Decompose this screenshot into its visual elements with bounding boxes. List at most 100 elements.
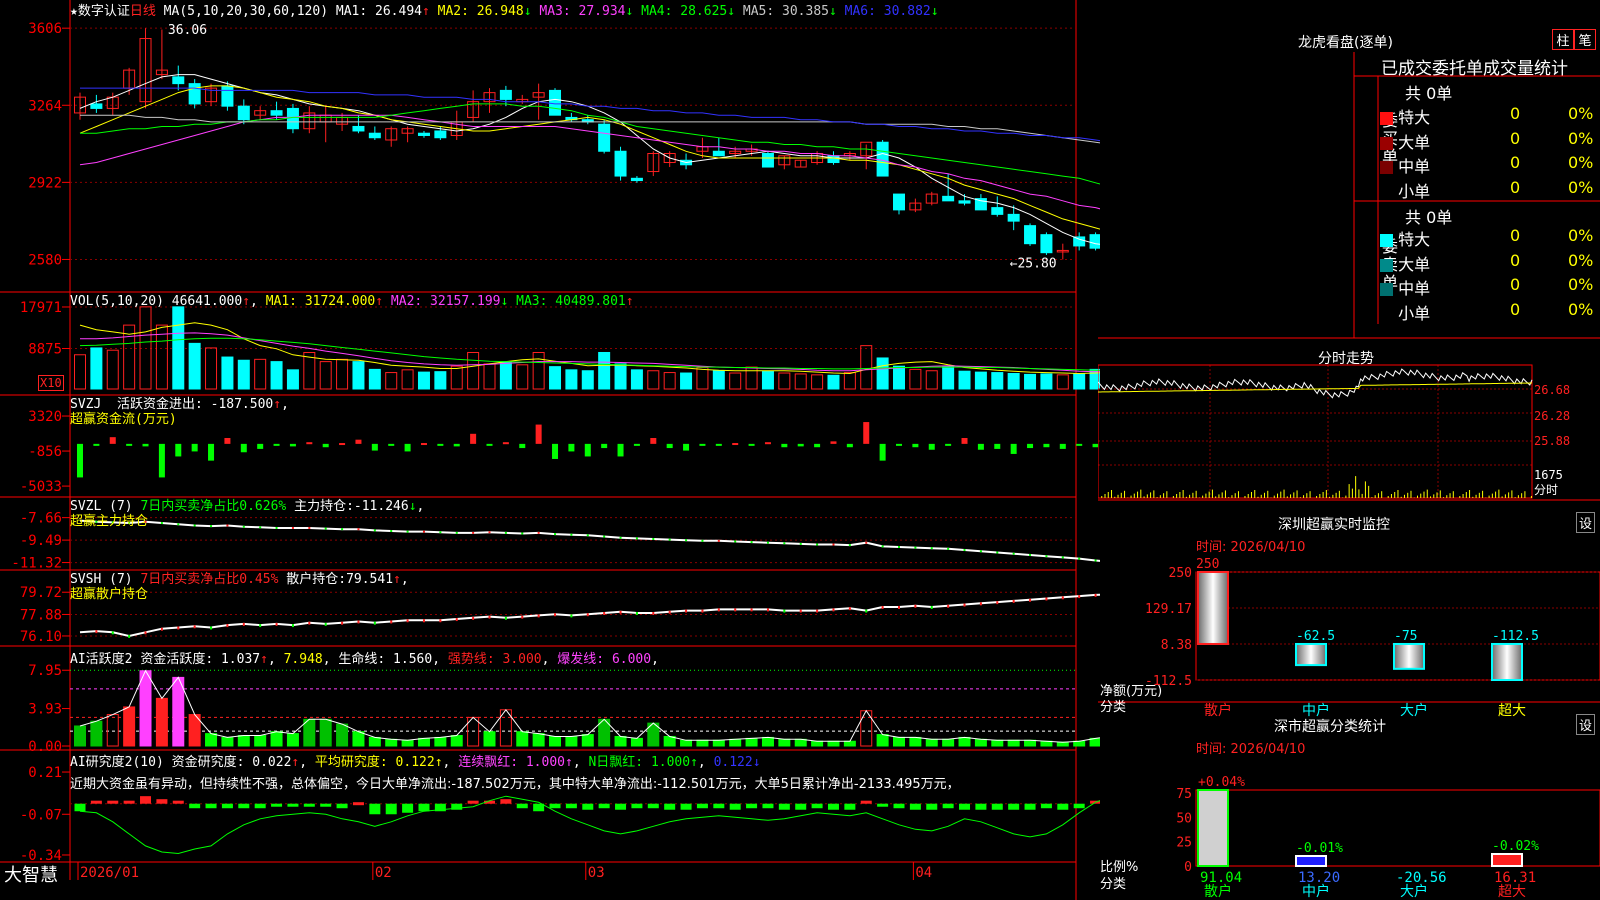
candle[interactable]	[893, 193, 905, 211]
research-bar[interactable]	[516, 803, 528, 809]
fund-flow-bar[interactable]	[977, 443, 984, 450]
activity-bar[interactable]	[745, 737, 758, 747]
volume-bar[interactable]	[368, 368, 381, 390]
fund-flow-bar[interactable]	[748, 443, 755, 446]
sell-row-小单[interactable]: 小单 0 0%	[1380, 300, 1600, 324]
buy-row-中单[interactable]: 中单 0 0%	[1380, 153, 1600, 177]
activity-bar[interactable]	[74, 725, 86, 747]
research-bar[interactable]	[369, 803, 381, 815]
activity-bar[interactable]	[123, 706, 136, 747]
volume-bar[interactable]	[319, 361, 332, 390]
fund-flow-bar[interactable]	[371, 443, 378, 451]
volume-bar[interactable]	[565, 369, 578, 390]
realtime-monitor-chart[interactable]: 250129.178.38-112.5250散户-62.5中户-75大户-112…	[1145, 557, 1600, 719]
classify-settings-button[interactable]: 设	[1576, 714, 1596, 735]
research-bar[interactable]	[140, 796, 152, 804]
monitor-bar-1[interactable]	[1295, 642, 1327, 667]
research-bar[interactable]	[336, 803, 348, 809]
fund-flow-bar[interactable]	[945, 443, 952, 446]
fund-flow-bar[interactable]	[224, 438, 231, 444]
fund-flow-bar[interactable]	[388, 443, 395, 446]
activity-bar[interactable]	[942, 738, 955, 747]
fund-flow-bar[interactable]	[535, 424, 542, 444]
fund-flow-bar[interactable]	[1043, 443, 1050, 448]
volume-bar[interactable]	[630, 369, 643, 390]
volume-bar[interactable]	[254, 358, 267, 390]
volume-bar[interactable]	[516, 364, 529, 390]
fund-flow-bar[interactable]	[126, 443, 133, 446]
candle[interactable]	[1040, 234, 1053, 254]
activity-bar[interactable]	[991, 739, 1004, 747]
activity-bar[interactable]	[336, 723, 349, 747]
research-bar[interactable]	[500, 799, 512, 804]
activity-bar[interactable]	[385, 738, 398, 747]
activity-bar[interactable]	[712, 739, 725, 747]
volume-bar[interactable]	[942, 365, 955, 390]
activity-bar[interactable]	[90, 720, 103, 747]
candle[interactable]	[270, 110, 283, 116]
activity-bar[interactable]	[270, 731, 283, 747]
fund-flow-bar[interactable]	[502, 442, 509, 445]
volume-bar[interactable]	[401, 369, 414, 390]
fund-flow-bar[interactable]	[158, 443, 165, 478]
fund-flow-bar[interactable]	[666, 443, 673, 449]
fund-flow-bar[interactable]	[928, 443, 935, 450]
buy-row-特大[interactable]: 特大 0 0%	[1380, 104, 1600, 128]
research-bar[interactable]	[303, 803, 315, 807]
monitor-bar-3[interactable]	[1491, 642, 1523, 681]
research-bar[interactable]	[893, 803, 905, 809]
research-bar[interactable]	[1057, 803, 1069, 810]
research-bar[interactable]	[795, 803, 807, 810]
activity-bar[interactable]	[237, 735, 250, 747]
volume-chart[interactable]	[74, 306, 1101, 390]
activity-bar[interactable]	[483, 731, 496, 747]
activity-bar[interactable]	[532, 733, 545, 747]
volume-bar[interactable]	[1056, 374, 1069, 390]
fund-flow-bar[interactable]	[781, 443, 788, 448]
fund-flow-bar[interactable]	[683, 443, 690, 451]
fund-flow-bar[interactable]	[93, 443, 100, 446]
activity-bar[interactable]	[925, 738, 938, 747]
fund-flow-bar[interactable]	[715, 443, 722, 446]
sell-row-特大[interactable]: 特大 0 0%	[1380, 226, 1600, 250]
volume-bar[interactable]	[434, 371, 447, 390]
volume-bar[interactable]	[843, 372, 856, 390]
stock-name[interactable]: ★数字认证	[70, 4, 130, 19]
research-bar[interactable]	[172, 800, 184, 804]
candlestick-chart[interactable]	[74, 28, 1101, 260]
candle[interactable]	[286, 107, 299, 130]
vol-unit-button[interactable]: X10	[38, 375, 64, 391]
volume-bar[interactable]	[925, 370, 938, 390]
candle[interactable]	[352, 125, 365, 132]
activity-bar[interactable]	[549, 735, 562, 747]
fund-flow-bar[interactable]	[77, 443, 83, 478]
candle[interactable]	[761, 153, 774, 168]
volume-bar[interactable]	[483, 363, 496, 390]
volume-bar[interactable]	[74, 354, 86, 390]
candle[interactable]	[368, 132, 381, 139]
activity-bar[interactable]	[958, 736, 971, 747]
research-bar[interactable]	[549, 803, 561, 809]
fund-flow-bar[interactable]	[404, 443, 411, 452]
fund-flow-bar[interactable]	[650, 438, 657, 444]
research-bar[interactable]	[926, 803, 938, 810]
research-bar[interactable]	[320, 803, 332, 807]
volume-bar[interactable]	[336, 358, 349, 390]
volume-bar[interactable]	[1024, 373, 1037, 390]
research-bar[interactable]	[189, 803, 201, 809]
activity-bar[interactable]	[1024, 739, 1037, 747]
volume-bar[interactable]	[417, 371, 430, 390]
fund-flow-bar[interactable]	[879, 443, 886, 461]
ai-research-chart[interactable]	[70, 795, 1100, 855]
research-bar[interactable]	[418, 803, 430, 812]
research-bar[interactable]	[467, 800, 479, 804]
activity-bar[interactable]	[696, 739, 709, 747]
volume-bar[interactable]	[811, 374, 824, 390]
research-bar[interactable]	[238, 803, 250, 809]
fund-flow-bar[interactable]	[355, 439, 362, 444]
activity-bar[interactable]	[106, 714, 119, 747]
research-bar[interactable]	[221, 803, 233, 809]
volume-bar[interactable]	[991, 372, 1004, 390]
fund-flow-bar[interactable]	[109, 437, 116, 444]
activity-bar[interactable]	[155, 697, 168, 747]
